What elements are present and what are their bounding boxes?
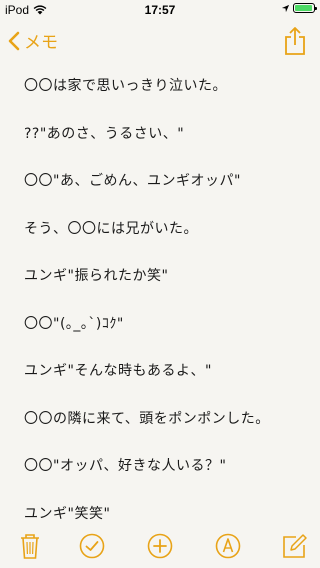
note-line: ユンギ"振られたか笑": [24, 268, 169, 284]
note-body[interactable]: 〇〇は家で思いっきり泣いた。 ??"あのさ、うるさい、" 〇〇"あ、ごめん、ユン…: [24, 76, 314, 521]
status-time: 17:57: [144, 3, 176, 17]
back-label: メモ: [24, 33, 58, 52]
location-icon: [281, 4, 290, 12]
checkmark-icon[interactable]: [78, 532, 106, 560]
sketch-icon[interactable]: [214, 532, 242, 560]
compose-icon[interactable]: [280, 532, 308, 560]
chevron-left-icon: [8, 31, 20, 50]
note-line: 〇〇"あ、ごめん、ユンギオッパ": [24, 173, 241, 189]
note-line: ??"あのさ、うるさい、": [24, 125, 185, 142]
status-bar: iPod 17:57: [0, 0, 320, 20]
note-line: 〇〇"(｡_｡`)ｺｸ": [24, 315, 124, 332]
add-icon[interactable]: [146, 532, 174, 560]
note-line: 〇〇の隣に来て、頭をポンポンした。: [24, 410, 270, 427]
back-button[interactable]: メモ: [8, 28, 58, 53]
nav-bar: メモ: [0, 20, 320, 64]
share-icon[interactable]: [282, 26, 308, 56]
note-line: そう、〇〇には兄がいた。: [24, 220, 198, 237]
note-line: ユンギ"そんな時もあるよ、": [24, 363, 212, 379]
note-line: ユンギ"笑笑": [24, 505, 111, 522]
note-line: 〇〇"オッパ、好きな人いる？": [24, 458, 227, 474]
status-right: [281, 3, 317, 13]
bottom-toolbar: [0, 524, 320, 568]
note-line: 〇〇は家で思いっきり泣いた。: [24, 78, 227, 94]
trash-icon[interactable]: [16, 532, 44, 560]
battery-icon: [293, 3, 317, 13]
